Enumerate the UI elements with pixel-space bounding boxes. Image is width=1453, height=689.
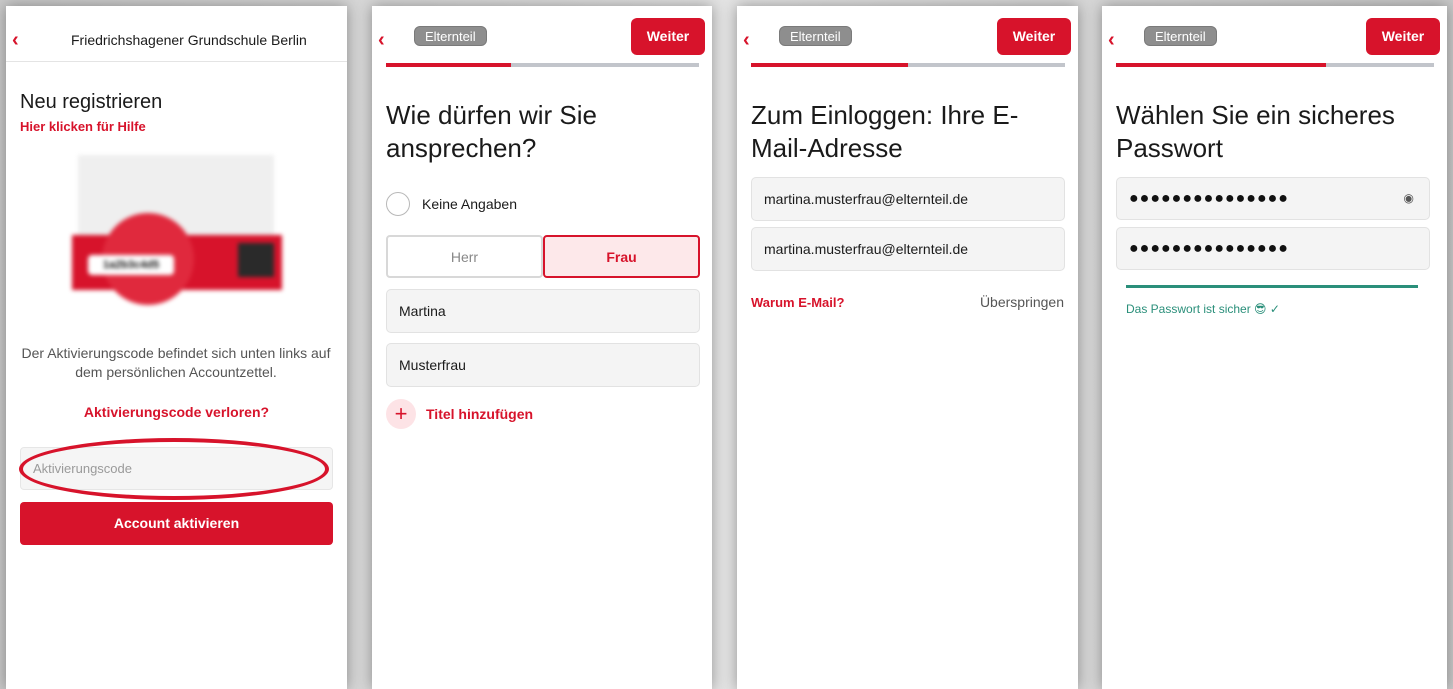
no-info-radio[interactable]: Keine Angaben [386, 192, 517, 216]
add-title-label: Titel hinzufügen [426, 406, 534, 422]
page-title: Wählen Sie ein sicheres Passwort [1116, 100, 1395, 163]
next-button[interactable]: Weiter [997, 18, 1071, 55]
screen-salutation: ‹ Elternteil Weiter Wie dürfen wir Sie a… [372, 6, 712, 689]
salutation-frau[interactable]: Frau [543, 235, 700, 278]
plus-icon: + [386, 399, 416, 429]
first-name-input[interactable] [386, 289, 700, 333]
password-input[interactable]: ●●●●●●●●●●●●●●● ◉ [1116, 177, 1430, 220]
back-chevron-icon[interactable]: ‹ [743, 30, 750, 50]
radio-circle[interactable] [386, 192, 410, 216]
page-title: Neu registrieren [20, 91, 163, 113]
next-button[interactable]: Weiter [631, 18, 705, 55]
password-strength-bar [1126, 285, 1418, 288]
password-confirm-input[interactable]: ●●●●●●●●●●●●●●● [1116, 227, 1430, 270]
password-mask: ●●●●●●●●●●●●●●● [1129, 190, 1289, 207]
password-strength-text: Das Passwort ist sicher 😎 ✓ [1126, 302, 1280, 316]
info-text: Der Aktivierungscode befindet sich unten… [21, 345, 331, 380]
role-pill: Elternteil [779, 26, 852, 46]
add-title-button[interactable]: + Titel hinzufügen [386, 399, 533, 429]
email-input[interactable] [751, 177, 1065, 221]
skip-link[interactable]: Überspringen [980, 294, 1064, 310]
role-pill: Elternteil [1144, 26, 1217, 46]
progress-bar [751, 63, 1065, 67]
why-email-link[interactable]: Warum E-Mail? [751, 295, 844, 310]
next-button[interactable]: Weiter [1366, 18, 1440, 55]
progress-bar [1116, 63, 1434, 67]
page-title: Zum Einloggen: Ihre E-Mail-Adresse [751, 100, 1019, 163]
header: ‹ Friedrichshagener Grundschule Berlin [6, 6, 347, 62]
account-card-illustration: 1a2b3c4d5 [72, 155, 282, 305]
last-name-input[interactable] [386, 343, 700, 387]
back-chevron-icon[interactable]: ‹ [12, 30, 19, 50]
school-name: Friedrichshagener Grundschule Berlin [71, 32, 307, 48]
screen-activation: ‹ Friedrichshagener Grundschule Berlin N… [6, 6, 347, 689]
password-confirm-mask: ●●●●●●●●●●●●●●● [1129, 240, 1289, 257]
back-chevron-icon[interactable]: ‹ [378, 30, 385, 50]
role-pill: Elternteil [414, 26, 487, 46]
help-link[interactable]: Hier klicken für Hilfe [20, 119, 146, 134]
page-title: Wie dürfen wir Sie ansprechen? [386, 100, 597, 163]
radio-label: Keine Angaben [422, 196, 517, 212]
email-confirm-input[interactable] [751, 227, 1065, 271]
screen-email: ‹ Elternteil Weiter Zum Einloggen: Ihre … [737, 6, 1078, 689]
salutation-segmented-control: Herr Frau [386, 235, 700, 278]
eye-icon[interactable]: ◉ [1404, 178, 1415, 219]
lost-code-link[interactable]: Aktivierungscode verloren? [6, 404, 347, 420]
progress-bar [386, 63, 699, 67]
card-code-label: 1a2b3c4d5 [88, 255, 174, 275]
screen-password: ‹ Elternteil Weiter Wählen Sie ein siche… [1102, 6, 1447, 689]
activate-account-button[interactable]: Account aktivieren [20, 502, 333, 545]
back-chevron-icon[interactable]: ‹ [1108, 30, 1115, 50]
salutation-herr[interactable]: Herr [386, 235, 543, 278]
activation-code-input[interactable] [20, 447, 333, 490]
